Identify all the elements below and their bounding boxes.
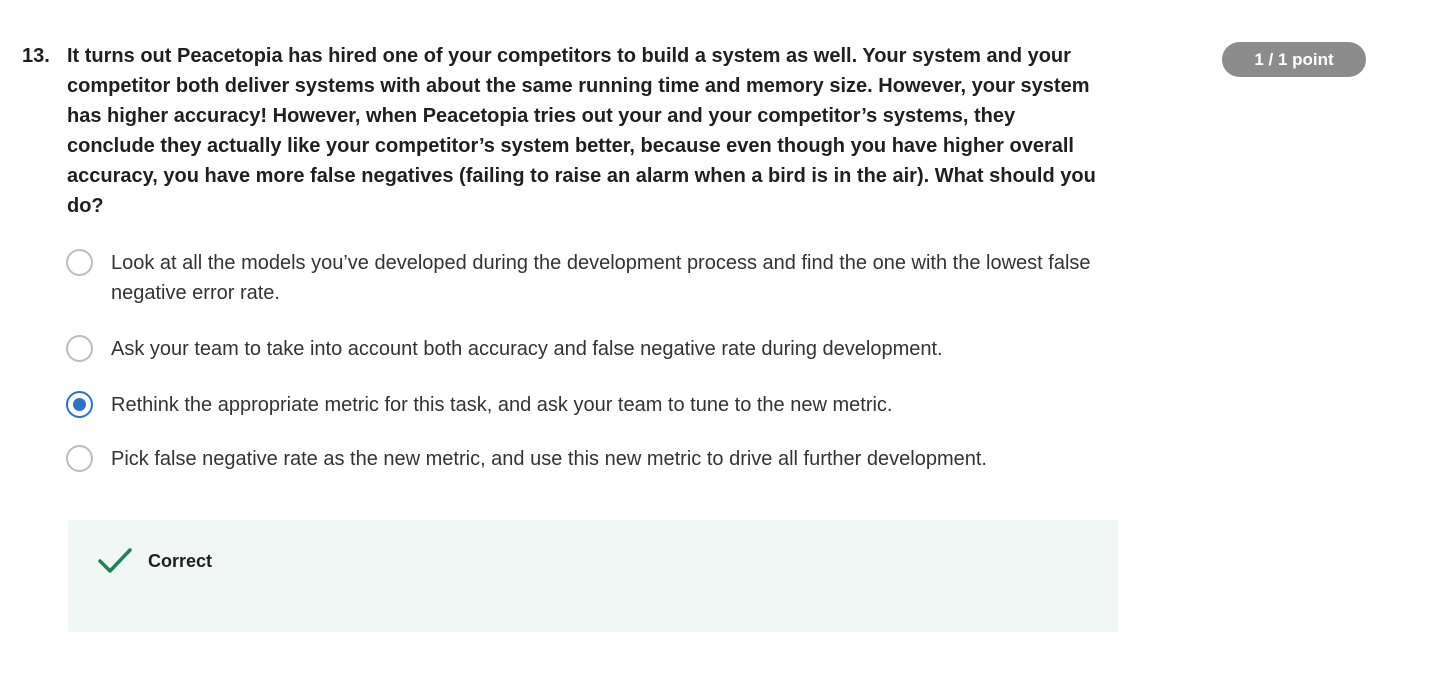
radio-button[interactable] — [66, 335, 93, 362]
question-number: 13. — [22, 45, 50, 67]
answer-option-4[interactable]: Pick false negative rate as the new metr… — [66, 444, 1126, 474]
feedback-label: Correct — [148, 551, 213, 571]
radio-button[interactable] — [66, 445, 93, 472]
answer-option-3[interactable]: Rethink the appropriate metric for this … — [66, 390, 1126, 420]
answer-option-label: Pick false negative rate as the new metr… — [111, 448, 987, 470]
points-badge: 1 / 1 point — [1222, 42, 1366, 77]
question-text: It turns out Peacetopia has hired one of… — [67, 45, 1096, 217]
feedback-panel: Correct — [68, 520, 1118, 632]
checkmark-icon — [98, 548, 132, 573]
answer-option-label: Ask your team to take into account both … — [111, 338, 943, 360]
answer-option-2[interactable]: Ask your team to take into account both … — [66, 334, 1126, 364]
radio-button-selected[interactable] — [66, 391, 93, 418]
answer-option-1[interactable]: Look at all the models you’ve developed … — [66, 248, 1126, 308]
answer-option-label: Look at all the models you’ve developed … — [111, 252, 1091, 304]
answer-option-label: Rethink the appropriate metric for this … — [111, 394, 893, 416]
radio-button[interactable] — [66, 249, 93, 276]
